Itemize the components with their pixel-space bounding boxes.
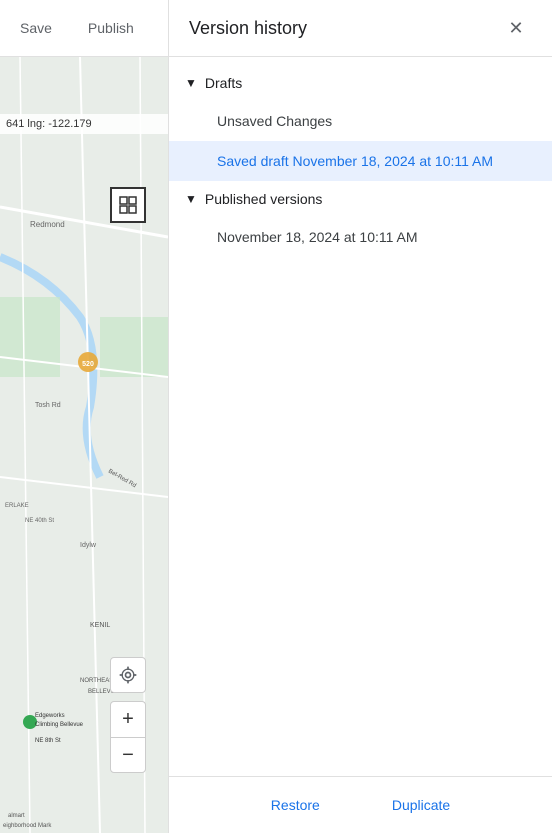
svg-text:NE 40th St: NE 40th St xyxy=(25,518,54,524)
location-button[interactable] xyxy=(110,657,146,693)
coordinates-bar: 641 lng: -122.179 xyxy=(0,114,168,134)
map-panel: Save Publish 641 lng: -122.179 520 xyxy=(0,0,168,833)
coordinates-text: 641 lng: -122.179 xyxy=(6,118,92,130)
svg-text:Idylw: Idylw xyxy=(80,542,97,549)
version-header: Version history ✕ xyxy=(169,0,552,57)
close-button[interactable]: ✕ xyxy=(500,12,532,44)
save-button[interactable]: Save xyxy=(12,16,60,40)
map-background: 641 lng: -122.179 520 Redmond Tosh Rd ER xyxy=(0,57,168,833)
svg-text:Tosh Rd: Tosh Rd xyxy=(35,402,61,409)
svg-text:ERLAKE: ERLAKE xyxy=(5,503,29,509)
svg-text:Redmond: Redmond xyxy=(30,220,65,229)
version-panel: Version history ✕ ▼ Drafts Unsaved Chang… xyxy=(168,0,552,833)
draft-saved-label: Saved draft November 18, 2024 at 10:11 A… xyxy=(217,153,493,169)
published-label: Published versions xyxy=(205,191,323,207)
draft-saved[interactable]: Saved draft November 18, 2024 at 10:11 A… xyxy=(169,141,552,181)
restore-button[interactable]: Restore xyxy=(255,789,336,821)
svg-text:Edgeworks: Edgeworks xyxy=(35,713,65,719)
svg-text:almart: almart xyxy=(8,813,25,819)
drafts-section-header[interactable]: ▼ Drafts xyxy=(169,65,552,101)
svg-text:Climbing Bellevue: Climbing Bellevue xyxy=(35,722,84,728)
zoom-out-button[interactable]: − xyxy=(110,737,146,773)
drafts-arrow: ▼ xyxy=(185,76,197,90)
expand-icon[interactable] xyxy=(110,187,146,223)
location-icon xyxy=(118,665,138,685)
published-item-1[interactable]: November 18, 2024 at 10:11 AM xyxy=(169,217,552,257)
map-controls: + − xyxy=(110,701,146,773)
publish-button[interactable]: Publish xyxy=(80,16,142,40)
svg-text:KENIL: KENIL xyxy=(90,622,110,629)
svg-text:NE 8th St: NE 8th St xyxy=(35,738,61,744)
version-title: Version history xyxy=(189,18,307,39)
published-item-1-label: November 18, 2024 at 10:11 AM xyxy=(217,229,418,245)
zoom-in-button[interactable]: + xyxy=(110,701,146,737)
duplicate-button[interactable]: Duplicate xyxy=(376,789,466,821)
drafts-label: Drafts xyxy=(205,75,242,91)
svg-text:520: 520 xyxy=(82,361,94,368)
toolbar: Save Publish xyxy=(0,0,168,57)
published-arrow: ▼ xyxy=(185,192,197,206)
draft-unsaved-label: Unsaved Changes xyxy=(217,113,332,129)
draft-unsaved[interactable]: Unsaved Changes xyxy=(169,101,552,141)
published-section-header[interactable]: ▼ Published versions xyxy=(169,181,552,217)
svg-text:eighborhood Mark: eighborhood Mark xyxy=(3,823,52,829)
version-footer: Restore Duplicate xyxy=(169,776,552,833)
version-content: ▼ Drafts Unsaved Changes Saved draft Nov… xyxy=(169,57,552,776)
expand-svg xyxy=(119,196,137,214)
